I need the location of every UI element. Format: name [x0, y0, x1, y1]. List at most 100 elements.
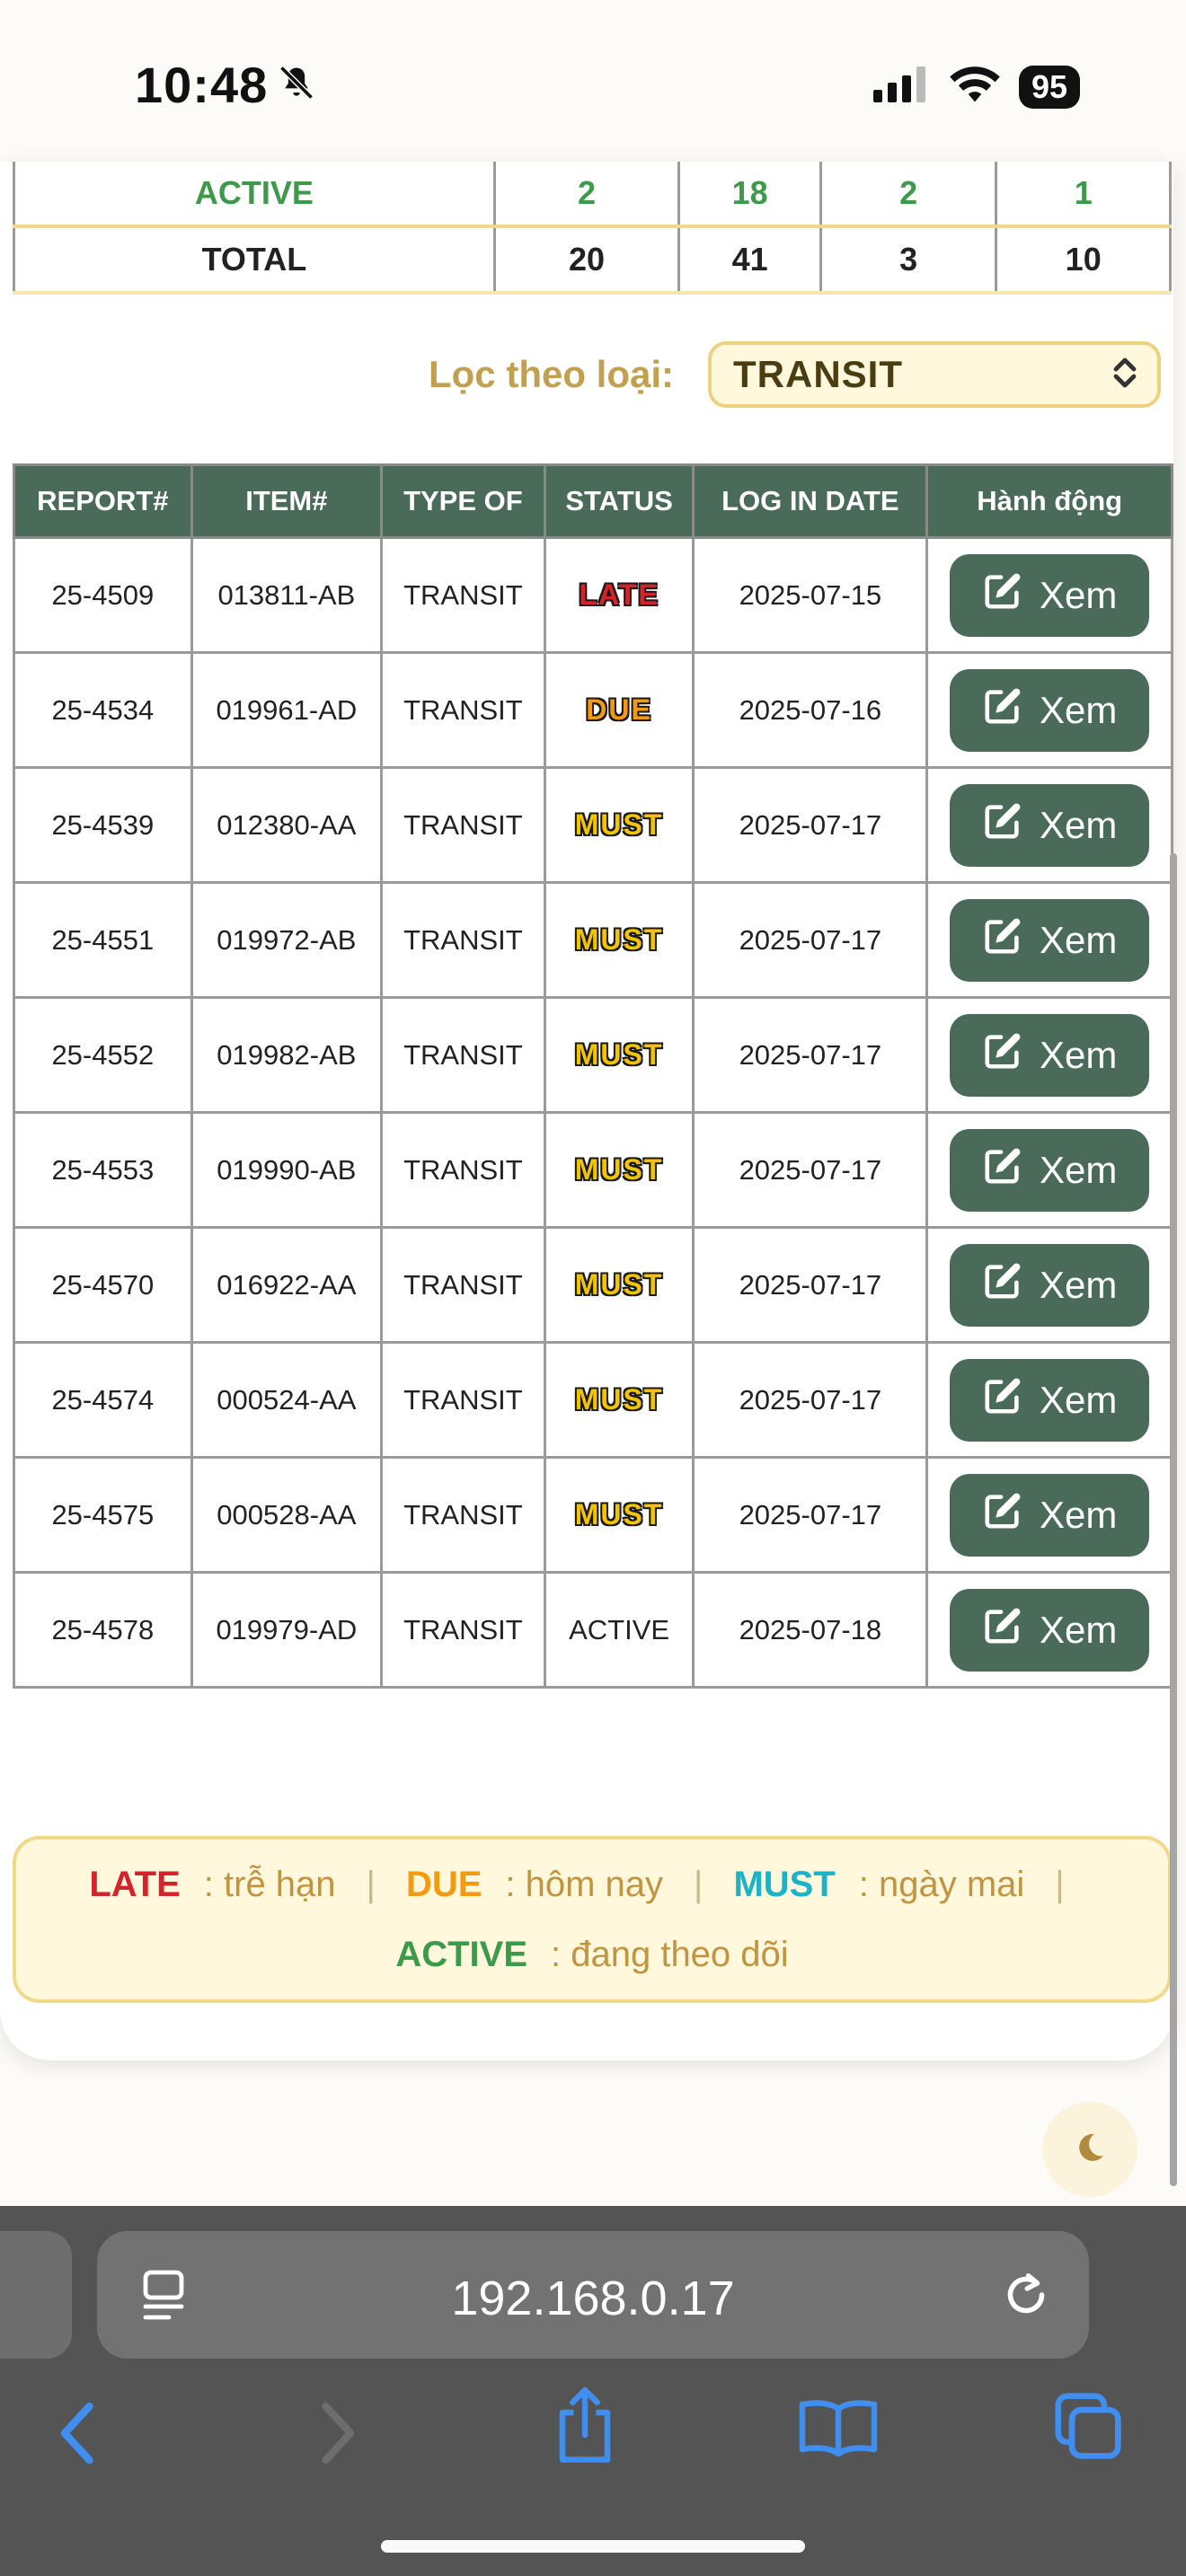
- table-row: 25-4553 019990-AB TRANSIT MUST 2025-07-17 Xem: [13, 1111, 1173, 1229]
- edit-icon: [982, 1145, 1023, 1195]
- theme-toggle-button[interactable]: [1042, 2102, 1137, 2197]
- table-row: 25-4509 013811-AB TRANSIT LATE 2025-07-15 Xem: [13, 536, 1173, 654]
- summary-table: ACTIVE 2 18 2 1 TOTAL 20 41 3 10: [13, 162, 1172, 295]
- summary-cell: 1: [995, 162, 1172, 228]
- legend-row: LATE : trễ hạn | DUE : hôm nay | MUST : …: [16, 1865, 1168, 1905]
- bell-slash-icon: [277, 56, 316, 114]
- status-cell: MUST: [543, 881, 695, 999]
- action-cell: Xem: [925, 1341, 1173, 1459]
- previous-tab-preview[interactable]: [0, 2231, 72, 2359]
- action-cell: Xem: [925, 881, 1173, 999]
- legend-key-due: DUE: [405, 1865, 482, 1904]
- reload-icon[interactable]: [999, 2267, 1053, 2327]
- action-cell: Xem: [925, 766, 1173, 884]
- item-cell: 019961-AD: [190, 651, 384, 769]
- item-cell: 019979-AD: [190, 1571, 384, 1689]
- home-indicator[interactable]: [381, 2540, 805, 2553]
- tabs-icon[interactable]: [1051, 2389, 1125, 2467]
- item-cell: 016922-AA: [190, 1226, 384, 1344]
- filter-label: Lọc theo loại:: [429, 353, 674, 395]
- action-cell: Xem: [925, 1226, 1173, 1344]
- summary-cell: 41: [677, 226, 822, 295]
- status-badge: MUST: [574, 1498, 664, 1531]
- view-button[interactable]: Xem: [950, 1358, 1150, 1442]
- summary-cell: 2: [492, 162, 681, 228]
- type-cell: TRANSIT: [380, 1111, 546, 1229]
- summary-cell: 10: [995, 226, 1172, 295]
- view-button[interactable]: Xem: [950, 1588, 1150, 1672]
- status-badge: MUST: [574, 1268, 664, 1301]
- type-cell: TRANSIT: [380, 1341, 546, 1459]
- report-cell: 25-4551: [13, 881, 193, 999]
- view-button-label: Xem: [1039, 573, 1118, 616]
- status-cell: MUST: [543, 1226, 695, 1344]
- legend-key-active: ACTIVE: [395, 1935, 527, 1974]
- date-cell: 2025-07-17: [692, 1456, 929, 1574]
- item-cell: 000528-AA: [190, 1456, 384, 1574]
- status-badge: MUST: [574, 1383, 664, 1416]
- edit-icon: [982, 1260, 1023, 1310]
- type-filter-select[interactable]: TRANSIT: [708, 341, 1161, 408]
- column-header-item: ITEM#: [190, 463, 384, 539]
- view-button[interactable]: Xem: [950, 898, 1150, 982]
- filter-selected-value: TRANSIT: [733, 353, 903, 395]
- status-time-group: 10:48: [135, 56, 316, 114]
- browser-nav: [0, 2386, 1186, 2493]
- view-button[interactable]: Xem: [950, 1243, 1150, 1327]
- status-cell: MUST: [543, 1111, 695, 1229]
- type-cell: TRANSIT: [380, 1226, 546, 1344]
- table-row: 25-4534 019961-AD TRANSIT DUE 2025-07-16 Xem: [13, 651, 1173, 769]
- legend-desc-late: : trễ hạn: [203, 1865, 336, 1904]
- scrollbar[interactable]: [1170, 853, 1177, 2186]
- view-button[interactable]: Xem: [950, 668, 1150, 752]
- column-header-type: TYPE OF: [380, 463, 546, 539]
- battery-indicator: 95: [1018, 65, 1080, 109]
- date-cell: 2025-07-17: [692, 881, 929, 999]
- report-cell: 25-4553: [13, 1111, 193, 1229]
- legend-desc-active: : đang theo dõi: [551, 1935, 789, 1974]
- view-button[interactable]: Xem: [950, 553, 1150, 637]
- legend-desc-must: : ngày mai: [858, 1865, 1025, 1904]
- edit-icon: [982, 1490, 1023, 1540]
- view-button-label: Xem: [1039, 1608, 1118, 1651]
- status-badge: MUST: [574, 923, 664, 956]
- address-bar[interactable]: 192.168.0.17: [97, 2231, 1089, 2359]
- column-header-report: REPORT#: [13, 463, 193, 539]
- share-icon[interactable]: [553, 2386, 616, 2471]
- view-button[interactable]: Xem: [950, 783, 1150, 867]
- view-button[interactable]: Xem: [950, 1128, 1150, 1212]
- report-cell: 25-4570: [13, 1226, 193, 1344]
- summary-label: TOTAL: [13, 226, 496, 295]
- column-header-status: STATUS: [543, 463, 695, 539]
- view-button-label: Xem: [1039, 1378, 1118, 1421]
- type-cell: TRANSIT: [380, 996, 546, 1114]
- status-cell: MUST: [543, 996, 695, 1114]
- status-cell: ACTIVE: [543, 1571, 695, 1689]
- status-badge: MUST: [574, 808, 664, 841]
- edit-icon: [982, 800, 1023, 851]
- view-button[interactable]: Xem: [950, 1013, 1150, 1097]
- status-cell: MUST: [543, 766, 695, 884]
- bookmarks-icon[interactable]: [798, 2395, 879, 2464]
- item-cell: 013811-AB: [190, 536, 384, 654]
- status-bar: 10:48 95: [0, 0, 1186, 171]
- cellular-signal-icon: [872, 66, 931, 107]
- table-row: 25-4570 016922-AA TRANSIT MUST 2025-07-17 Xem: [13, 1226, 1173, 1344]
- report-cell: 25-4534: [13, 651, 193, 769]
- item-cell: 019990-AB: [190, 1111, 384, 1229]
- status-cell: MUST: [543, 1456, 695, 1574]
- view-button[interactable]: Xem: [950, 1473, 1150, 1557]
- date-cell: 2025-07-17: [692, 1341, 929, 1459]
- column-header-action: Hành động: [925, 463, 1173, 539]
- edit-icon: [982, 1030, 1023, 1081]
- action-cell: Xem: [925, 536, 1173, 654]
- back-icon[interactable]: [56, 2398, 101, 2473]
- report-cell: 25-4539: [13, 766, 193, 884]
- summary-row-total: TOTAL 20 41 3 10: [13, 226, 1172, 295]
- view-button-label: Xem: [1039, 803, 1118, 846]
- report-cell: 25-4574: [13, 1341, 193, 1459]
- address-url: 192.168.0.17: [451, 2272, 735, 2325]
- date-cell: 2025-07-18: [692, 1571, 929, 1689]
- forward-icon[interactable]: [314, 2398, 359, 2473]
- status-cell: DUE: [543, 651, 695, 769]
